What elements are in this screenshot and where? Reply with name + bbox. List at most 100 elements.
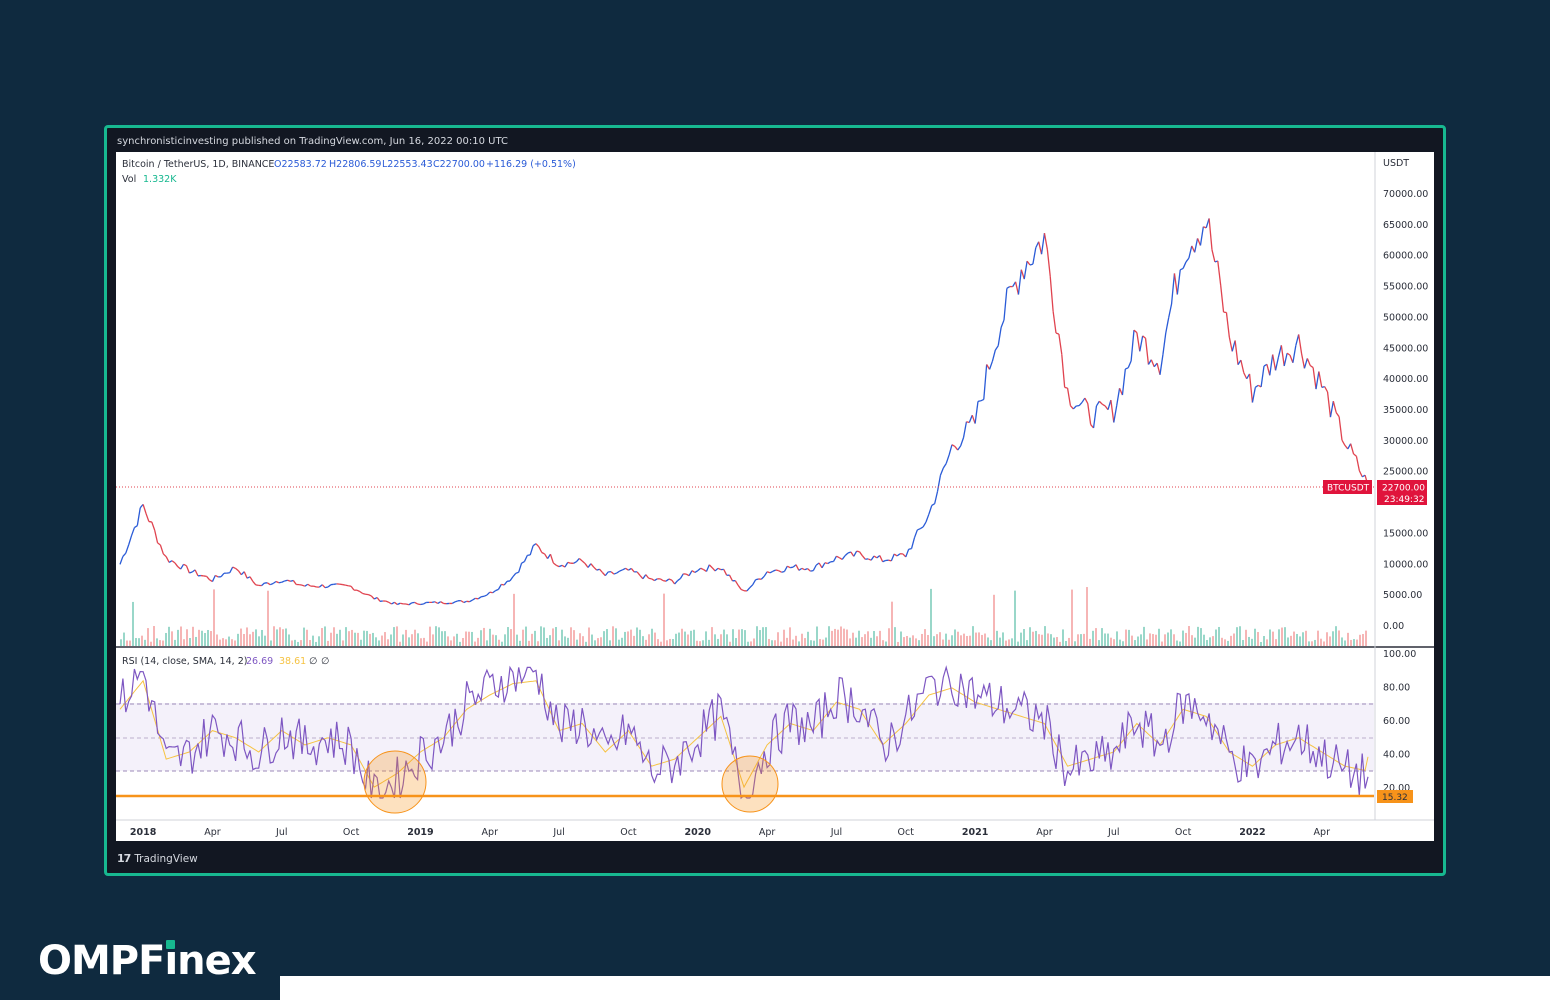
volume-bar xyxy=(1353,639,1355,646)
volume-bar xyxy=(306,629,308,646)
price-segment xyxy=(1199,226,1204,246)
volume-bar xyxy=(1251,638,1253,646)
volume-bar xyxy=(126,640,128,646)
volume-bar xyxy=(375,637,377,646)
price-segment xyxy=(408,602,413,606)
price-segment xyxy=(261,582,265,587)
price-segment xyxy=(593,566,598,571)
price-segment xyxy=(518,562,523,573)
volume-bar xyxy=(1179,641,1181,646)
price-segment xyxy=(549,553,554,564)
volume-bar xyxy=(774,640,776,646)
price-segment xyxy=(659,578,664,582)
volume-bar xyxy=(1329,636,1331,646)
volume-bar xyxy=(981,634,983,646)
volume-bar xyxy=(654,632,656,646)
volume-bar xyxy=(1287,637,1289,646)
price-segment xyxy=(628,567,632,571)
legend-rsi-label: RSI (14, close, SMA, 14, 2) xyxy=(122,656,247,667)
price-segment xyxy=(584,563,589,568)
price-segment xyxy=(896,553,901,557)
price-segment xyxy=(423,601,427,605)
volume-bar xyxy=(786,637,788,646)
volume-bar xyxy=(294,639,296,646)
price-segment xyxy=(469,599,473,603)
volume-bar xyxy=(1095,628,1097,646)
volume-bar xyxy=(669,638,671,646)
volume-bar xyxy=(1200,628,1202,646)
price-segment xyxy=(728,574,734,582)
price-segment xyxy=(1188,245,1193,259)
price-segment xyxy=(1251,387,1256,403)
price-segment xyxy=(313,585,317,588)
price-segment xyxy=(431,601,436,604)
price-segment xyxy=(1326,391,1332,418)
price-tick-label: 0.00 xyxy=(1383,621,1404,632)
price-segment xyxy=(532,543,537,547)
rsi-tick-label: 80.00 xyxy=(1383,683,1410,694)
volume-bar xyxy=(768,638,770,646)
price-segment xyxy=(1064,386,1068,389)
volume-bar xyxy=(630,629,632,646)
volume-bar xyxy=(198,629,200,646)
price-segment xyxy=(157,542,161,546)
price-segment xyxy=(523,555,528,562)
price-segment xyxy=(769,570,774,574)
chart-area[interactable]: Bitcoin / TetherUS, 1D, BINANCE O22583.7… xyxy=(116,152,1434,841)
price-segment xyxy=(1295,334,1300,346)
volume-bar xyxy=(720,634,722,646)
price-segment xyxy=(544,553,549,559)
price-segment xyxy=(1283,353,1288,367)
volume-bar xyxy=(936,634,938,646)
volume-bar xyxy=(1062,629,1064,646)
price-segment xyxy=(1170,273,1176,305)
volume-bar xyxy=(504,634,506,646)
volume-bar xyxy=(516,634,518,646)
volume-bar xyxy=(1152,634,1154,646)
price-segment xyxy=(440,601,444,605)
volume-bar xyxy=(192,626,194,646)
volume-bar xyxy=(525,626,527,646)
volume-bar xyxy=(975,632,977,646)
volume-bar xyxy=(141,635,143,646)
volume-bar xyxy=(1077,634,1079,646)
volume-bar xyxy=(843,628,845,646)
volume-bar xyxy=(366,630,368,646)
volume-bar xyxy=(816,626,818,646)
price-segment xyxy=(1092,405,1098,429)
volume-bar xyxy=(714,634,716,646)
volume-bar xyxy=(867,631,869,646)
price-segment xyxy=(509,576,514,582)
price-segment xyxy=(1315,371,1320,390)
price-segment xyxy=(136,507,141,526)
price-segment xyxy=(1173,273,1178,295)
tradingview-brand[interactable]: 17 TradingView xyxy=(117,852,198,865)
volume-bar xyxy=(897,641,899,646)
price-segment xyxy=(905,549,910,558)
price-segment xyxy=(555,564,560,568)
volume-bar xyxy=(282,629,284,646)
volume-bar xyxy=(210,631,212,646)
price-segment xyxy=(936,475,942,492)
price-segment xyxy=(613,572,618,575)
price-chart[interactable]: Bitcoin / TetherUS, 1D, BINANCE O22583.7… xyxy=(116,152,1434,841)
volume-bar xyxy=(1005,640,1007,646)
price-segment xyxy=(529,545,534,556)
volume-bar xyxy=(1011,638,1013,646)
volume-bar xyxy=(1131,635,1133,646)
volume-bar xyxy=(222,638,224,646)
price-segment xyxy=(327,584,332,588)
volume-bar xyxy=(657,639,659,646)
price-segment xyxy=(1234,340,1239,365)
volume-bar xyxy=(1110,637,1112,646)
price-segment xyxy=(636,571,641,576)
price-segment xyxy=(1329,401,1334,418)
volume-bar xyxy=(1122,641,1124,646)
volume-bar xyxy=(1065,640,1067,646)
price-segment xyxy=(350,585,355,591)
price-segment xyxy=(870,555,875,561)
volume-bar xyxy=(636,627,638,646)
volume-bar xyxy=(219,639,221,646)
volume-bar xyxy=(624,631,626,646)
price-segment xyxy=(694,570,699,573)
